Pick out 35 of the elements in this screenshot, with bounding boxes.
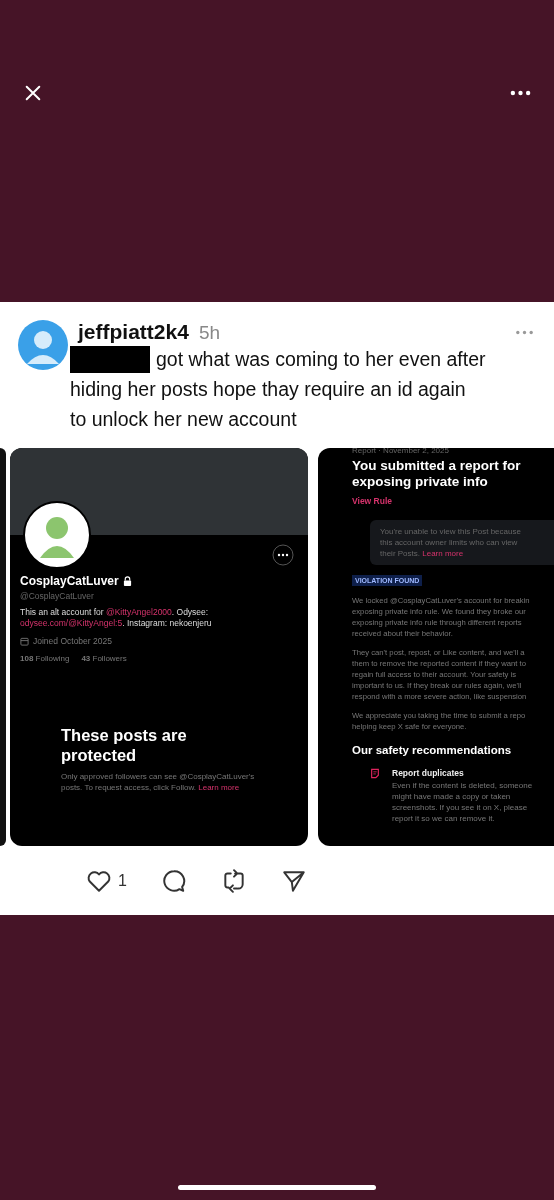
more-icon[interactable]	[510, 90, 531, 96]
bio-link[interactable]: @KittyAngel2000	[106, 607, 172, 617]
profile-handle: @CosplayCatLuver	[20, 591, 95, 601]
profile-name: CosplayCatLuver	[20, 574, 119, 588]
more-button[interactable]	[272, 544, 294, 566]
document-icon	[370, 768, 380, 779]
learn-more-link[interactable]: Learn more	[198, 783, 240, 792]
section-title: Our safety recommendations	[352, 744, 513, 756]
lock-icon	[122, 576, 132, 586]
bio-link[interactable]: odysee.com/	[20, 618, 69, 628]
view-rule-link[interactable]: View Rule	[352, 496, 392, 506]
protected-title: These posts are protected	[61, 725, 188, 765]
recommendation-text: Even if the content is deleted, someone might have made a copy or taken screenshots. If you see it on X, please report it so we can remove it.	[392, 780, 534, 824]
post-text-line: to unlock her new account	[70, 408, 297, 430]
joined-date: Joined October 2025	[33, 636, 112, 646]
username[interactable]: jeffpiatt2k4	[78, 320, 189, 344]
avatar[interactable]	[18, 320, 68, 370]
notice-text: You're unable to view this Post because this account owner limits who can view their Posts. Learn more	[380, 526, 522, 559]
protected-description: Only approved followers can see @CosplayCatLuver's posts. To request access, click Follow. Learn more	[61, 771, 256, 793]
send-icon[interactable]	[280, 868, 307, 894]
comment-icon[interactable]	[160, 868, 187, 894]
profile-avatar	[22, 500, 92, 570]
report-date: Report · November 2, 2025	[352, 448, 450, 455]
post-text-line: hiding her posts hope thay require an id again	[70, 378, 466, 400]
report-title: You submitted a report for exposing private info	[352, 458, 522, 490]
post-time: 5h	[198, 322, 220, 344]
learn-more-link[interactable]: Learn more	[422, 549, 464, 558]
profile-bio: This an alt account for @KittyAngel2000. Odysee: odysee.com/@KittyAngel:5. Instagram: nekoenjeru	[20, 607, 213, 629]
calendar-icon	[20, 636, 29, 646]
post-text-line: got what was coming to her even after	[156, 347, 486, 372]
recommendation-title: Report duplicates	[392, 768, 465, 778]
follow-count[interactable]: 108 Following	[20, 654, 70, 663]
follow-count[interactable]: 43 Followers	[81, 654, 127, 663]
like-button[interactable]: 1	[86, 868, 127, 894]
close-icon[interactable]	[24, 84, 42, 102]
